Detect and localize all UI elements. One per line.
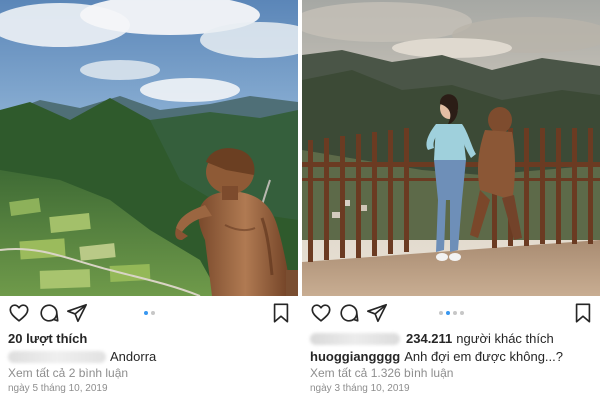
- heart-icon[interactable]: [8, 302, 30, 324]
- view-all-comments-link[interactable]: Xem tất cả 1.326 bình luận: [310, 366, 453, 380]
- share-icon[interactable]: [366, 302, 388, 324]
- post-photo-woman-statue[interactable]: [302, 0, 600, 296]
- carousel-dot: [150, 311, 155, 315]
- post-left: 20 lượt thích Andorra Xem tất cả 2 bình …: [0, 0, 298, 400]
- likes-count[interactable]: 20 lượt thích: [8, 331, 87, 346]
- carousel-dot: [452, 311, 457, 315]
- carousel-indicator: [438, 311, 464, 317]
- likes-summary: 234.211 người khác thích: [310, 331, 554, 346]
- carousel-dot: [438, 311, 443, 315]
- view-all-comments-link[interactable]: Xem tất cả 2 bình luận: [8, 366, 128, 380]
- post-date: ngày 3 tháng 10, 2019: [310, 383, 410, 394]
- post-date: ngày 5 tháng 10, 2019: [8, 383, 108, 394]
- likes-count[interactable]: 234.211: [406, 331, 452, 346]
- likes-suffix[interactable]: người khác thích: [456, 331, 553, 346]
- carousel-dot: [459, 311, 464, 315]
- carousel-dot: [143, 311, 148, 315]
- blurred-username: [8, 350, 106, 363]
- comment-icon[interactable]: [38, 302, 60, 324]
- heart-icon[interactable]: [310, 302, 332, 324]
- carousel-indicator: [143, 311, 155, 317]
- username[interactable]: huoggiangggg: [310, 349, 400, 364]
- action-bar: [302, 302, 600, 326]
- caption-text: Anh đợi em được không...?: [404, 349, 563, 364]
- share-icon[interactable]: [66, 302, 88, 324]
- caption-text: Andorra: [110, 349, 157, 364]
- bookmark-icon[interactable]: [572, 302, 594, 324]
- carousel-dot: [445, 311, 450, 315]
- post-right: 234.211 người khác thích huoggiangggg An…: [302, 0, 600, 400]
- caption: Andorra: [8, 349, 156, 364]
- comment-icon[interactable]: [338, 302, 360, 324]
- blurred-liker-names: [310, 332, 400, 345]
- post-photo-mountain-statue[interactable]: [0, 0, 298, 296]
- action-bar: [0, 302, 298, 326]
- screenshot-collage: 20 lượt thích Andorra Xem tất cả 2 bình …: [0, 0, 600, 400]
- bookmark-icon[interactable]: [270, 302, 292, 324]
- caption: huoggiangggg Anh đợi em được không...?: [310, 349, 563, 364]
